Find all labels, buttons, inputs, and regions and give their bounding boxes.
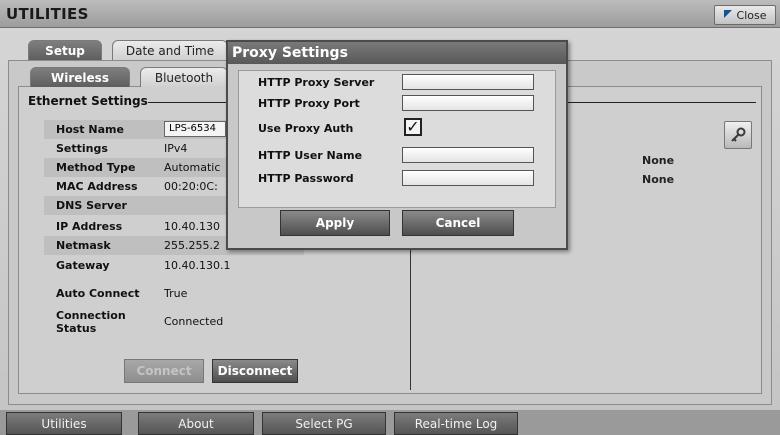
tab-bluetooth[interactable]: Bluetooth	[140, 67, 228, 87]
nav-utilities[interactable]: Utilities	[6, 412, 122, 435]
field-label: Use Proxy Auth	[258, 121, 354, 135]
tab-date-and-time[interactable]: Date and Time	[112, 40, 228, 60]
row-label: MAC Address	[56, 180, 138, 193]
key-icon	[731, 127, 746, 142]
connect-label: Connect	[136, 364, 192, 378]
title-bar: UTILITIES Close	[0, 0, 780, 28]
nav-about[interactable]: About	[138, 412, 254, 435]
right-value: None	[642, 154, 675, 167]
row-value: Connected	[164, 315, 224, 328]
proxy-server-input[interactable]	[402, 74, 534, 90]
row-value: True	[164, 287, 188, 300]
row-gateway: Gateway 10.40.130.1	[44, 256, 304, 275]
row-label: Gateway	[56, 259, 110, 272]
row-label: DNS Server	[56, 199, 127, 212]
close-label: Close	[736, 8, 767, 22]
tab-setup-label: Setup	[45, 43, 85, 58]
row-label: Auto Connect	[56, 287, 140, 300]
row-value: 10.40.130.1	[164, 259, 231, 272]
group-divider	[556, 102, 756, 103]
field-label: HTTP User Name	[258, 148, 363, 162]
tab-setup[interactable]: Setup	[28, 40, 102, 60]
cancel-label: Cancel	[435, 216, 481, 230]
ethernet-settings-title: Ethernet Settings	[28, 94, 152, 108]
apply-label: Apply	[315, 216, 355, 230]
right-value: None	[642, 173, 675, 186]
nav-label: Utilities	[41, 416, 87, 431]
nav-label: About	[178, 416, 214, 431]
tab-date-and-time-label: Date and Time	[125, 43, 215, 58]
close-button[interactable]: Close	[714, 5, 776, 25]
host-name-field[interactable]: LPS-6534	[164, 121, 226, 137]
row-label: IP Address	[56, 220, 123, 233]
cancel-button[interactable]: Cancel	[402, 210, 514, 236]
group-divider	[148, 102, 238, 103]
row-label: Netmask	[56, 239, 111, 252]
apply-button[interactable]: Apply	[280, 210, 390, 236]
row-label: Host Name	[56, 123, 124, 136]
row-auto-connect: Auto Connect True	[44, 284, 304, 303]
user-name-input[interactable]	[402, 147, 534, 163]
connect-button[interactable]: Connect	[124, 359, 204, 383]
use-proxy-auth-checkbox[interactable]: ✓	[404, 118, 422, 136]
disconnect-button[interactable]: Disconnect	[212, 359, 298, 383]
nav-label: Select PG	[295, 416, 353, 431]
field-label: HTTP Proxy Port	[258, 96, 360, 110]
nav-label: Real-time Log	[414, 416, 498, 431]
row-label: Connection Status	[56, 308, 126, 335]
utilities-window: UTILITIES Close Setup Date and Time Wire…	[0, 0, 780, 435]
row-label: Settings	[56, 142, 108, 155]
column-divider	[410, 230, 411, 390]
field-label: HTTP Proxy Server	[258, 75, 375, 89]
use-proxy-auth-row: Use Proxy Auth	[246, 118, 542, 138]
window-title: UTILITIES	[6, 5, 89, 23]
close-arrow-icon	[723, 10, 734, 20]
nav-select-pg[interactable]: Select PG	[262, 412, 386, 435]
row-label: Method Type	[56, 161, 136, 174]
password-input[interactable]	[402, 170, 534, 186]
field-label: HTTP Password	[258, 171, 354, 185]
tab-wireless[interactable]: Wireless	[30, 67, 130, 87]
key-button[interactable]	[724, 121, 752, 149]
row-connection-status: Connection Status Connected	[44, 309, 304, 335]
disconnect-label: Disconnect	[217, 364, 293, 378]
proxy-port-input[interactable]	[402, 95, 534, 111]
tab-bluetooth-label: Bluetooth	[154, 70, 214, 85]
dialog-title: Proxy Settings	[228, 42, 566, 64]
nav-real-time-log[interactable]: Real-time Log	[394, 412, 518, 435]
tab-wireless-label: Wireless	[51, 70, 109, 85]
